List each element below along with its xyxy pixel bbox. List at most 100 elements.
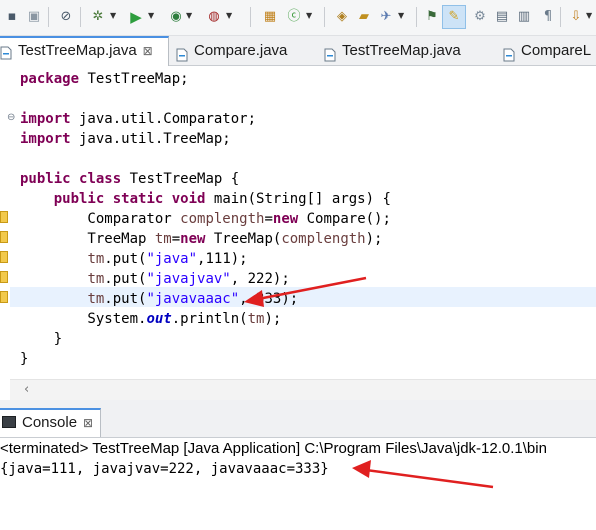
save-all-icon[interactable]: ▣ — [26, 9, 42, 25]
code-line[interactable]: TreeMap tm=new TreeMap(complength); — [20, 229, 391, 249]
code-token: ); — [365, 231, 383, 247]
editor-tab-bar: TestTreeMap.java ⊠ Compare.java TestTreeM… — [0, 36, 596, 66]
coverage-icon[interactable]: ◉ — [168, 9, 184, 25]
run-dropdown-icon[interactable]: ▼ — [148, 11, 154, 20]
code-token: } — [20, 351, 29, 367]
toolbar-separator — [80, 7, 81, 27]
code-line[interactable]: import java.util.Comparator; — [20, 109, 391, 129]
tab-testtreemap-active[interactable]: TestTreeMap.java ⊠ — [0, 36, 169, 66]
console-icon — [2, 416, 16, 429]
horizontal-scrollbar[interactable]: ‹ — [10, 379, 596, 400]
code-token: import — [20, 111, 71, 127]
code-token: package — [20, 71, 80, 87]
warning-marker-icon[interactable] — [0, 291, 8, 303]
code-token: tm — [247, 311, 265, 327]
code-line[interactable]: tm.put("javavaaac", 333); — [20, 289, 391, 309]
warning-marker-icon[interactable] — [0, 211, 8, 223]
code-token: .println( — [171, 311, 248, 327]
code-token: = — [264, 211, 273, 227]
code-token: Compare(); — [298, 211, 391, 227]
skip-breakpoints-icon[interactable]: ⊘ — [58, 9, 74, 25]
search-dropdown-icon[interactable]: ▼ — [398, 11, 404, 20]
code-token: System. — [20, 311, 147, 327]
open-folder-icon[interactable]: ▰ — [356, 9, 372, 25]
search-icon[interactable]: ✈ — [378, 9, 394, 25]
new-java-project-icon[interactable]: ▦ — [262, 9, 278, 25]
code-token: public — [20, 171, 71, 187]
code-line[interactable]: } — [20, 349, 391, 369]
run-icon[interactable]: ▶ — [128, 9, 144, 25]
code-line[interactable]: System.out.println(tm); — [20, 309, 391, 329]
show-details-icon[interactable]: ▥ — [516, 9, 532, 25]
warning-marker-icon[interactable] — [0, 251, 8, 263]
code-token: .put( — [104, 271, 147, 287]
show-paragraph-icon[interactable]: ¶ — [540, 9, 556, 25]
code-token: "javavaaac" — [146, 291, 240, 307]
source-code[interactable]: package TestTreeMap; import java.util.Co… — [20, 69, 391, 369]
debug-icon[interactable]: ✲ — [90, 9, 106, 25]
tab-console[interactable]: Console ⊠ — [0, 408, 101, 437]
code-token: ,111); — [197, 251, 248, 267]
debug-dropdown-icon[interactable]: ▼ — [110, 11, 116, 20]
tab-testtreemap-2[interactable]: TestTreeMap.java — [324, 36, 461, 65]
next-annotation-dropdown-icon[interactable]: ▼ — [586, 11, 592, 20]
code-token: void — [171, 191, 206, 207]
code-token: Comparator — [20, 211, 181, 227]
next-annotation-icon[interactable]: ⇩ — [568, 9, 584, 25]
open-type-icon[interactable]: ◈ — [334, 9, 350, 25]
code-line[interactable] — [20, 149, 391, 169]
scroll-left-icon[interactable]: ‹ — [24, 382, 29, 397]
toggle-mark-occurrences-icon[interactable]: ✎ — [446, 9, 462, 25]
console-tab-label: Console — [22, 414, 78, 431]
code-line[interactable] — [20, 89, 391, 109]
code-line[interactable]: tm.put("javajvav", 222); — [20, 269, 391, 289]
close-icon[interactable]: ⊠ — [143, 44, 153, 58]
tab-label: CompareL — [521, 42, 592, 59]
code-token: java.util.TreeMap; — [70, 131, 231, 147]
new-class-dropdown-icon[interactable]: ▼ — [306, 11, 312, 20]
java-file-icon — [0, 43, 12, 60]
code-token: import — [20, 131, 71, 147]
code-line[interactable]: Comparator complength=new Compare(); — [20, 209, 391, 229]
toolbar-separator — [324, 7, 325, 27]
fold-import-icon[interactable]: ⊖ — [7, 113, 17, 123]
new-class-icon[interactable]: ⓒ — [286, 9, 302, 25]
toggle-block-selection-icon[interactable]: ⚙ — [472, 9, 488, 25]
code-token: out — [146, 311, 172, 327]
code-line[interactable]: tm.put("java",111); — [20, 249, 391, 269]
code-token: tm — [87, 271, 105, 287]
annotation-icon[interactable]: ⚑ — [424, 9, 440, 25]
external-tools-icon[interactable]: ◍ — [206, 9, 222, 25]
warning-marker-icon[interactable] — [0, 271, 8, 283]
toolbar-separator — [416, 7, 417, 27]
warning-marker-icon[interactable] — [0, 231, 8, 243]
external-tools-dropdown-icon[interactable]: ▼ — [226, 11, 232, 20]
show-whitespace-icon[interactable]: ▤ — [494, 9, 510, 25]
code-line[interactable]: import java.util.TreeMap; — [20, 129, 391, 149]
tab-comparel[interactable]: CompareL — [503, 36, 591, 65]
code-line[interactable]: } — [20, 329, 391, 349]
code-token: TreeMap — [20, 231, 155, 247]
tab-label: Compare.java — [194, 42, 288, 59]
code-token: complength — [281, 231, 366, 247]
code-line[interactable]: package TestTreeMap; — [20, 69, 391, 89]
code-token: tm — [87, 251, 105, 267]
code-token: main(String[] args) { — [205, 191, 391, 207]
code-line[interactable]: public static void main(String[] args) { — [20, 189, 391, 209]
code-editor[interactable]: ⊖ package TestTreeMap; import java.util.… — [0, 66, 596, 400]
coverage-dropdown-icon[interactable]: ▼ — [186, 11, 192, 20]
code-token: , 333); — [239, 291, 299, 307]
code-token: java.util.Comparator; — [70, 111, 257, 127]
save-icon[interactable]: ▪ — [4, 9, 20, 25]
code-token: new — [180, 231, 206, 247]
tab-compare[interactable]: Compare.java — [176, 36, 287, 65]
close-icon[interactable]: ⊠ — [83, 416, 93, 430]
code-token: } — [20, 331, 63, 347]
code-token: class — [79, 171, 122, 187]
code-line[interactable]: public class TestTreeMap { — [20, 169, 391, 189]
code-token: TestTreeMap; — [79, 71, 189, 87]
